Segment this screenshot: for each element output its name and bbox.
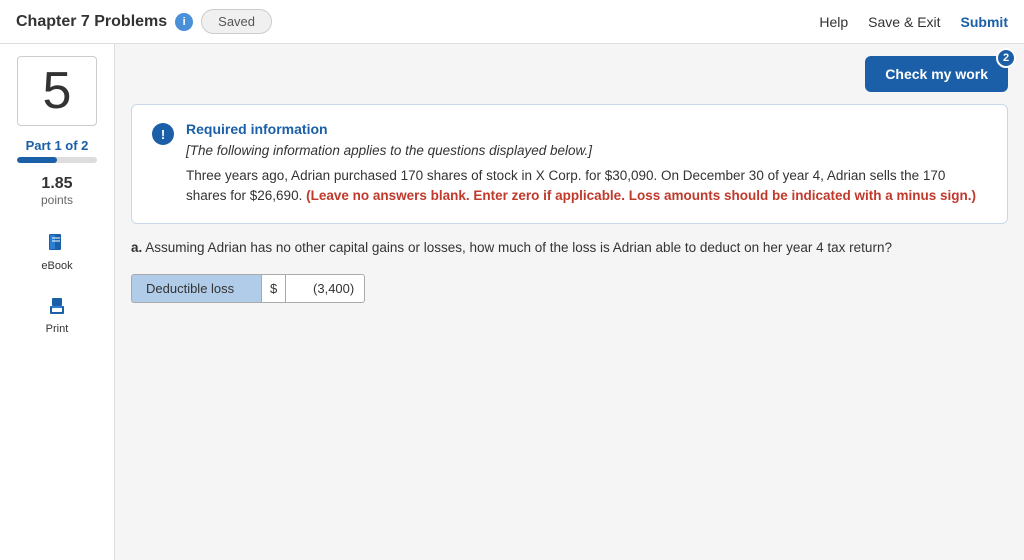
info-icon[interactable]: i: [175, 13, 193, 31]
print-label: Print: [46, 323, 69, 335]
answer-row: Deductible loss $: [131, 274, 1008, 303]
page-title: Chapter 7 Problems: [16, 13, 167, 31]
print-tool[interactable]: Print: [37, 286, 77, 341]
warning-text: (Leave no answers blank. Enter zero if a…: [306, 188, 976, 203]
check-my-work-button[interactable]: Check my work 2: [865, 56, 1008, 92]
dollar-sign: $: [261, 274, 285, 303]
info-box: ! Required information [The following in…: [131, 104, 1008, 224]
exclamation-icon: !: [152, 123, 174, 145]
ebook-label: eBook: [41, 260, 72, 272]
header-left: Chapter 7 Problems i Saved: [16, 9, 272, 34]
answer-label: Deductible loss: [131, 274, 261, 303]
points-info: 1.85 points: [41, 175, 73, 207]
header-right: Help Save & Exit Submit: [819, 14, 1008, 30]
submit-button[interactable]: Submit: [961, 14, 1008, 30]
question-number: 5: [43, 61, 72, 121]
content-area: Check my work 2 ! Required information […: [115, 44, 1024, 560]
check-my-work-container: Check my work 2: [131, 56, 1008, 92]
info-box-body: Three years ago, Adrian purchased 170 sh…: [186, 166, 987, 207]
info-box-content: Required information [The following info…: [186, 121, 987, 207]
help-link[interactable]: Help: [819, 14, 848, 30]
part-progress-fill: [17, 157, 57, 163]
ebook-tool[interactable]: eBook: [35, 223, 78, 278]
check-my-work-badge: 2: [996, 48, 1016, 68]
saved-badge: Saved: [201, 9, 272, 34]
ebook-icon: [43, 229, 71, 257]
question-body: Assuming Adrian has no other capital gai…: [145, 240, 892, 255]
sidebar: 5 Part 1 of 2 1.85 points: [0, 44, 115, 560]
required-info-title: Required information: [186, 121, 987, 137]
part-info: Part 1 of 2: [8, 138, 106, 163]
points-value: 1.85: [41, 175, 73, 193]
question-number-box: 5: [17, 56, 97, 126]
info-box-italic: [The following information applies to th…: [186, 143, 987, 158]
save-exit-link[interactable]: Save & Exit: [868, 14, 940, 30]
print-icon: [43, 292, 71, 320]
part-label: Part 1 of 2: [8, 138, 106, 153]
main-layout: 5 Part 1 of 2 1.85 points: [0, 44, 1024, 560]
sidebar-tools: eBook Print: [35, 223, 78, 341]
answer-input[interactable]: [285, 274, 365, 303]
question-label: a.: [131, 240, 142, 255]
part-progress-bar: [17, 157, 97, 163]
question-text: a. Assuming Adrian has no other capital …: [131, 238, 1008, 258]
header: Chapter 7 Problems i Saved Help Save & E…: [0, 0, 1024, 44]
points-label: points: [41, 193, 73, 207]
